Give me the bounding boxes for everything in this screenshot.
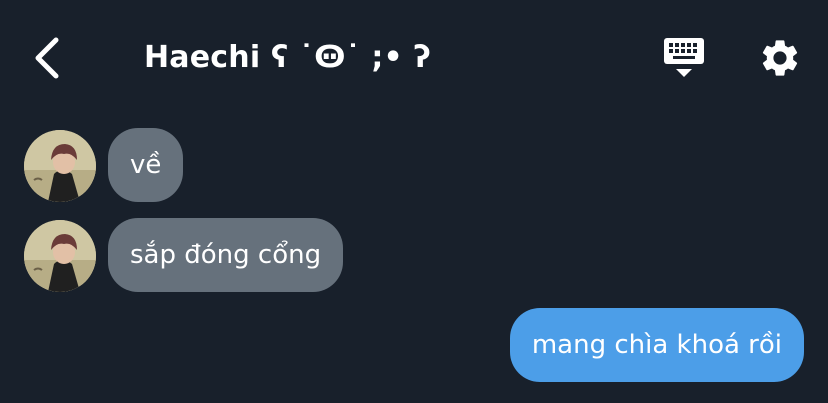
avatar[interactable] <box>24 130 96 202</box>
message-text: mang chìa khoá rồi <box>531 330 782 360</box>
message-bubble-outgoing[interactable]: mang chìa khoá rồi <box>509 308 804 382</box>
back-button[interactable] <box>24 30 68 86</box>
message-bubble-incoming[interactable]: về <box>108 128 184 202</box>
chevron-left-icon <box>35 37 59 79</box>
message-text: về <box>130 150 162 180</box>
message-text: sắp đóng cổng <box>130 240 322 270</box>
chat-header: Haechi ʕ ˙Ꙫ˙ ;• ʔ <box>0 0 828 112</box>
gear-icon <box>762 40 798 76</box>
avatar-photo <box>24 220 96 292</box>
keyboard-button[interactable] <box>660 36 708 80</box>
settings-button[interactable] <box>756 34 804 82</box>
message-bubble-incoming[interactable]: sắp đóng cổng <box>108 218 344 292</box>
avatar[interactable] <box>24 220 96 292</box>
keyboard-icon <box>664 38 704 77</box>
chat-title: Haechi ʕ ˙Ꙫ˙ ;• ʔ <box>144 40 431 75</box>
avatar-photo <box>24 130 96 202</box>
